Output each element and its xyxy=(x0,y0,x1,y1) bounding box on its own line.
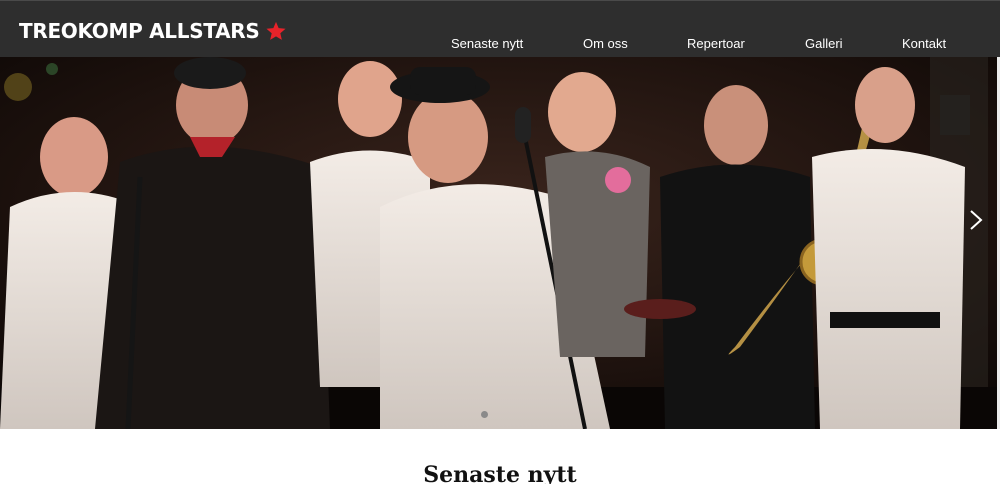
slide-dot[interactable] xyxy=(481,411,488,418)
nav-item-om-oss[interactable]: Om oss xyxy=(583,36,628,51)
hero-slider[interactable] xyxy=(0,57,1000,429)
nav-item-kontakt[interactable]: Kontakt xyxy=(902,36,946,51)
nav-item-repertoar[interactable]: Repertoar xyxy=(687,36,745,51)
main-nav: Senaste nytt Om oss Repertoar Galleri Ko… xyxy=(0,36,1000,52)
chevron-right-icon[interactable] xyxy=(967,209,985,231)
nav-item-galleri[interactable]: Galleri xyxy=(805,36,843,51)
section-title: Senaste nytt xyxy=(423,462,577,484)
site-header: TREOKOMP ALLSTARS Senaste nytt Om oss Re… xyxy=(0,0,1000,57)
band-photo xyxy=(0,57,1000,429)
nav-item-senaste-nytt[interactable]: Senaste nytt xyxy=(451,36,523,51)
